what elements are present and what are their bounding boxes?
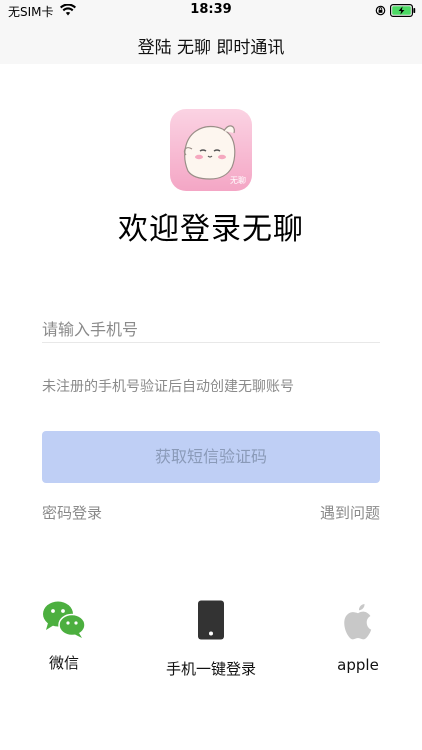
login-screen: 无SIM卡 18:39 登陆 无聊 即时通讯 无聊 欢迎登录无聊 请输入手机号 … bbox=[0, 0, 422, 750]
wechat-label: 微信 bbox=[48, 654, 79, 672]
mobile-phone-icon bbox=[198, 600, 224, 640]
apple-login-option[interactable]: apple bbox=[330, 600, 386, 674]
one-click-phone-login-option[interactable]: 手机一键登录 bbox=[160, 600, 262, 679]
get-sms-code-button[interactable]: 获取短信验证码 bbox=[42, 431, 380, 483]
status-bar: 无SIM卡 18:39 bbox=[0, 0, 422, 22]
status-time: 18:39 bbox=[190, 2, 232, 17]
registration-hint: 未注册的手机号验证后自动创建无聊账号 bbox=[42, 379, 294, 395]
apple-label: apple bbox=[337, 656, 379, 674]
app-logo: 无聊 bbox=[170, 109, 252, 191]
wechat-login-option[interactable]: 微信 bbox=[38, 600, 90, 673]
help-problem-link[interactable]: 遇到问题 bbox=[320, 502, 380, 523]
nav-bar: 登陆 无聊 即时通讯 bbox=[0, 22, 422, 64]
battery-charging-icon bbox=[390, 4, 416, 17]
app-icon-label: 无聊 bbox=[230, 176, 246, 185]
welcome-heading: 欢迎登录无聊 bbox=[118, 212, 304, 247]
nav-title: 登陆 无聊 即时通讯 bbox=[137, 38, 285, 58]
one-click-login-label: 手机一键登录 bbox=[165, 660, 256, 678]
phone-number-input[interactable] bbox=[42, 316, 380, 343]
wechat-icon bbox=[43, 601, 86, 638]
rotation-lock-icon bbox=[375, 5, 386, 16]
apple-icon bbox=[344, 604, 372, 640]
password-login-link[interactable]: 密码登录 bbox=[42, 502, 102, 523]
